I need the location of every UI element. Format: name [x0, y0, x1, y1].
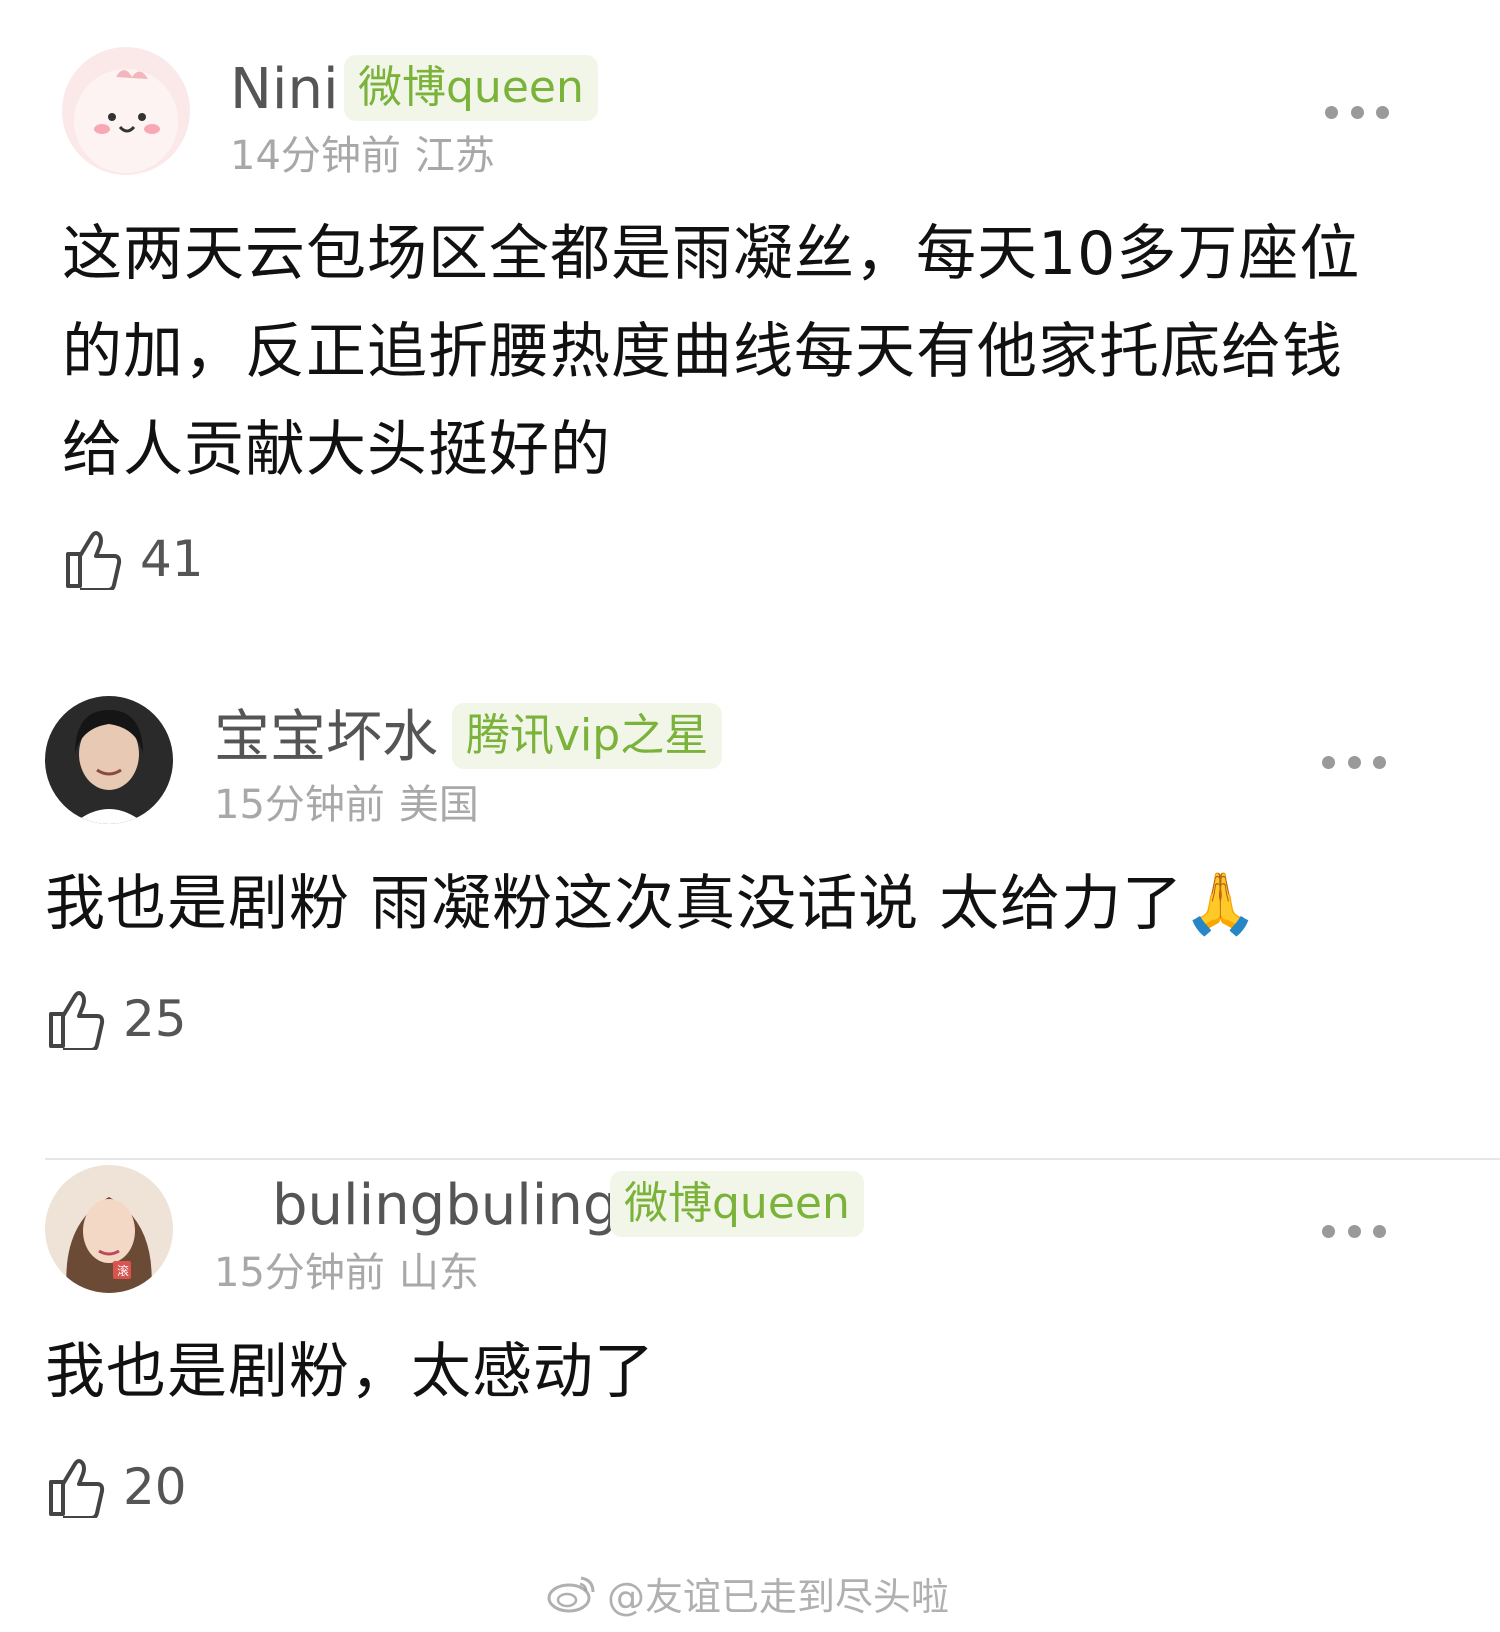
- more-dots-icon[interactable]: [1322, 752, 1386, 772]
- avatar-tag: 滚: [116, 1264, 129, 1278]
- thumbs-up-icon: [49, 991, 105, 1050]
- thumbs-up-icon: [66, 531, 122, 590]
- comment-time: 14分钟前: [230, 133, 401, 179]
- comment-location: 江苏: [414, 133, 495, 179]
- comment-text: 这两天云包场区全都是雨凝丝，每天10多万座位的加，反正追折腰热度曲线每天有他家托…: [62, 219, 1361, 485]
- user-badge[interactable]: 微博queen: [610, 1171, 864, 1237]
- more-dots-icon[interactable]: [1322, 1221, 1386, 1241]
- comment-text-body: 我也是剧粉 雨凝粉这次真没话说 太给力了: [45, 869, 1184, 939]
- like-count: 41: [140, 530, 204, 588]
- comment-meta: 15分钟前 美国: [214, 785, 479, 825]
- comment-meta: 14分钟前 江苏: [230, 136, 495, 176]
- thumbs-up-icon: [49, 1459, 105, 1518]
- divider: [45, 1158, 1500, 1160]
- like-count: 25: [123, 990, 187, 1048]
- avatar[interactable]: [62, 47, 190, 175]
- username[interactable]: bulingbuling: [272, 1178, 618, 1234]
- like-button[interactable]: 25: [45, 988, 187, 1050]
- avatar[interactable]: [45, 696, 173, 824]
- pray-emoji: 🙏: [1183, 869, 1259, 939]
- comment-time: 15分钟前: [214, 1250, 385, 1296]
- like-button[interactable]: 20: [45, 1456, 187, 1518]
- comment-meta: 15分钟前 山东: [214, 1253, 479, 1293]
- watermark: @友谊已走到尽头啦: [545, 1568, 950, 1619]
- username[interactable]: 宝宝坏水: [214, 710, 438, 766]
- avatar-image: [45, 1165, 173, 1293]
- weibo-logo-icon: [547, 1576, 595, 1613]
- comment-time: 15分钟前: [214, 782, 385, 828]
- comment-text: 我也是剧粉 雨凝粉这次真没话说 太给力了🙏: [45, 855, 1445, 953]
- watermark-text: @友谊已走到尽头啦: [607, 1574, 950, 1619]
- avatar-image: [62, 47, 190, 175]
- more-dots-icon[interactable]: [1325, 102, 1389, 122]
- avatar-image: [45, 696, 173, 824]
- like-button[interactable]: 41: [62, 528, 204, 590]
- comment-location: 美国: [398, 782, 479, 828]
- username[interactable]: Nini: [230, 62, 339, 118]
- like-count: 20: [123, 1458, 187, 1516]
- user-badge[interactable]: 腾讯vip之星: [452, 703, 723, 769]
- user-badge[interactable]: 微博queen: [344, 55, 598, 121]
- comment-location: 山东: [398, 1250, 479, 1296]
- comment-text: 我也是剧粉，太感动了: [45, 1337, 655, 1407]
- avatar[interactable]: 滚: [45, 1165, 173, 1293]
